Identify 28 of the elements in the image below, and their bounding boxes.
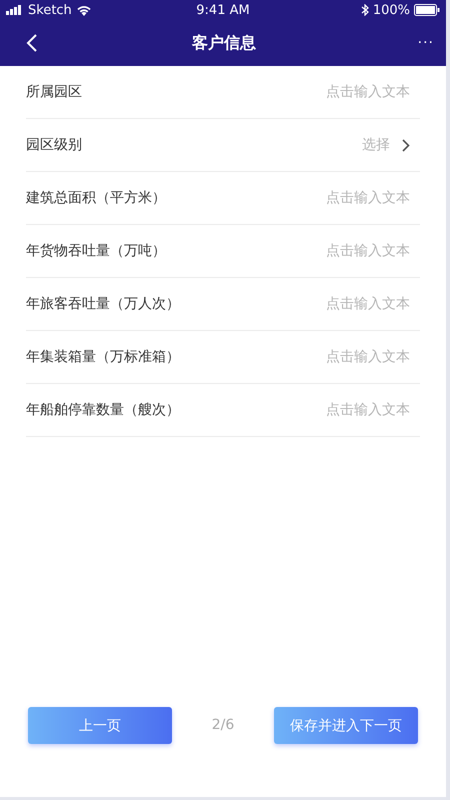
input-field[interactable]: 点击输入文本 bbox=[300, 84, 410, 100]
battery-icon bbox=[414, 4, 440, 16]
select-field[interactable]: 选择 bbox=[356, 137, 390, 153]
previous-page-button[interactable]: 上一页 bbox=[28, 707, 172, 744]
input-field[interactable]: 点击输入文本 bbox=[300, 402, 410, 418]
page-title: 客户信息 bbox=[192, 32, 256, 54]
carrier-name: Sketch bbox=[28, 2, 72, 18]
input-field[interactable]: 点击输入文本 bbox=[300, 190, 410, 206]
field-label: 所属园区 bbox=[26, 83, 82, 101]
field-label: 年集装箱量（万标准箱） bbox=[26, 348, 180, 366]
input-field[interactable]: 点击输入文本 bbox=[300, 296, 410, 312]
signal-icon bbox=[6, 5, 24, 15]
save-next-button[interactable]: 保存并进入下一页 bbox=[274, 707, 418, 744]
input-field[interactable]: 点击输入文本 bbox=[300, 349, 410, 365]
clock-time: 9:41 AM bbox=[196, 2, 250, 18]
input-field[interactable]: 点击输入文本 bbox=[300, 243, 410, 259]
more-button[interactable]: ··· bbox=[410, 35, 434, 51]
chevron-right-icon bbox=[402, 138, 410, 152]
field-label: 年船舶停靠数量（艘次） bbox=[26, 401, 180, 419]
bluetooth-icon bbox=[360, 4, 369, 16]
field-label: 园区级别 bbox=[26, 136, 82, 154]
back-icon[interactable] bbox=[26, 34, 38, 52]
field-label: 年旅客吞吐量（万人次） bbox=[26, 295, 180, 313]
battery-percent: 100% bbox=[372, 2, 410, 18]
page-indicator: 2/6 bbox=[212, 717, 234, 733]
wifi-icon bbox=[76, 4, 92, 16]
field-label: 年货物吞吐量（万吨） bbox=[26, 242, 166, 260]
field-label: 建筑总面积（平方米） bbox=[26, 189, 166, 207]
